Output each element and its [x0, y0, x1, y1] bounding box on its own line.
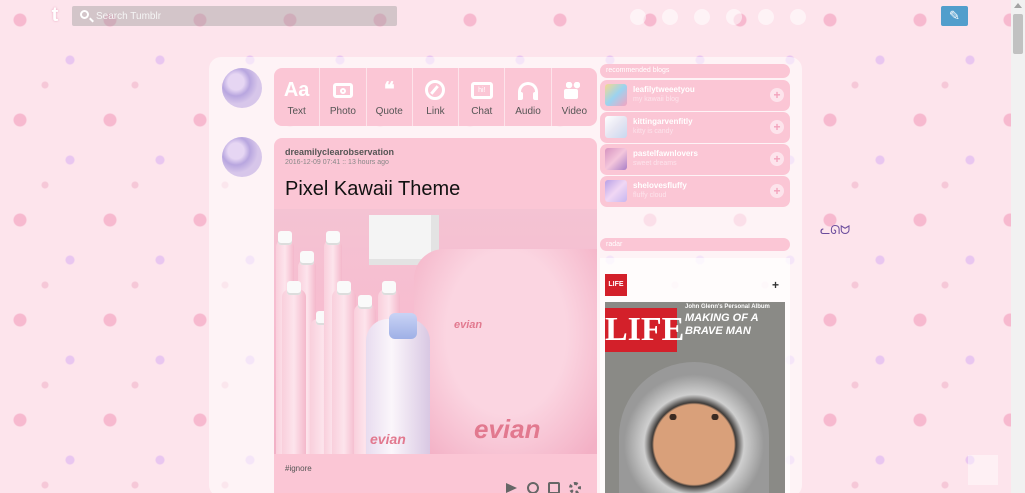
post-photo[interactable]: evian evian evian — [274, 209, 597, 454]
follow-button[interactable]: + — [770, 120, 784, 134]
photo-bottle-cap — [300, 251, 314, 265]
home-icon[interactable] — [630, 9, 646, 25]
post-type-label: Audio — [515, 105, 541, 117]
search-input[interactable] — [96, 6, 386, 26]
tumblr-logo[interactable]: t — [44, 4, 66, 26]
explore-icon[interactable] — [662, 9, 678, 25]
follow-button[interactable]: + — [770, 184, 784, 198]
back-to-top-button[interactable] — [968, 455, 998, 485]
post-type-photo[interactable]: Photo — [320, 68, 367, 126]
photo-evian-label-small: evian — [454, 319, 483, 331]
blog-subtitle: my kawaii blog — [633, 96, 679, 103]
inbox-icon[interactable] — [694, 9, 710, 25]
post-author-avatar[interactable] — [222, 137, 262, 177]
blog-subtitle: kitty is candy — [633, 128, 674, 135]
recommended-blog-item[interactable]: leafilytweeetyou my kawaii blog + — [600, 80, 790, 111]
cover-astronaut-eyes — [665, 414, 725, 420]
user-avatar[interactable] — [222, 68, 262, 108]
radar-blog-avatar[interactable]: LIFE — [605, 274, 627, 296]
photo-bottle-cap — [278, 231, 292, 245]
reply-icon[interactable] — [527, 482, 539, 493]
headphones-icon — [518, 81, 539, 100]
follow-button[interactable]: + — [770, 88, 784, 102]
camera-icon — [332, 82, 353, 98]
post-tag[interactable]: #ignore — [285, 464, 312, 473]
cat-sprite-icon: ᓚᘏᗢ — [820, 223, 851, 237]
photo-bottle-cap — [358, 295, 372, 309]
post-timestamp: 2016-12-09 07:41 :: 13 hours ago — [285, 159, 389, 166]
settings-icon[interactable] — [569, 482, 581, 493]
recommended-blog-item[interactable]: shelovesfluffy fluffy cloud + — [600, 176, 790, 207]
post-type-link[interactable]: Link — [413, 68, 460, 126]
blog-subtitle: fluffy cloud — [633, 192, 667, 199]
blog-avatar[interactable] — [605, 180, 627, 202]
activity-icon[interactable] — [758, 9, 774, 25]
quote-icon: ❝ — [383, 78, 395, 101]
photo-evian-label-bottle: evian — [370, 431, 406, 447]
post-type-audio[interactable]: Audio — [505, 68, 552, 126]
radar-post: LIFE + LIFE John Glenn's Personal Album … — [600, 258, 790, 493]
post-type-label: Link — [426, 105, 445, 117]
cover-headline: MAKING OF A BRAVE MAN — [685, 312, 759, 337]
search-icon — [80, 10, 89, 19]
post-type-label: Chat — [471, 105, 493, 117]
photo-bottle-cap — [287, 281, 301, 295]
photo-bottle-cap — [326, 231, 340, 245]
post-type-quote[interactable]: ❝ Quote — [367, 68, 413, 126]
photo-bottle — [332, 289, 356, 454]
photo-evian-label: evian — [474, 414, 541, 444]
radar-header: radar — [600, 238, 790, 251]
post-card: dreamilyclearobservation 2016-12-09 07:4… — [274, 138, 597, 493]
share-icon[interactable] — [506, 482, 518, 493]
blog-avatar[interactable] — [605, 84, 627, 106]
photo-bottle — [282, 289, 306, 454]
blog-subtitle: sweet dreams — [633, 160, 677, 167]
blog-name[interactable]: shelovesfluffy — [633, 181, 687, 190]
follow-button[interactable]: + — [770, 152, 784, 166]
account-icon[interactable] — [790, 9, 806, 25]
search-box[interactable] — [72, 6, 397, 26]
post-title: Pixel Kawaii Theme — [285, 178, 461, 200]
radar-photo[interactable]: LIFE John Glenn's Personal Album MAKING … — [605, 302, 785, 493]
cover-astronaut-helmet — [619, 362, 769, 493]
messages-icon[interactable] — [726, 9, 742, 25]
post-type-chat[interactable]: hi! Chat — [459, 68, 506, 126]
text-icon: Aa — [283, 78, 310, 101]
scrollbar-thumb[interactable] — [1013, 14, 1023, 54]
scrollbar[interactable] — [1011, 0, 1025, 493]
photo-bottle-cap — [382, 281, 396, 295]
blog-name[interactable]: leafilytweeetyou — [633, 85, 695, 94]
pencil-icon: ✎ — [949, 8, 960, 23]
post-author-name[interactable]: dreamilyclearobservation — [285, 147, 394, 157]
photo-bottle-cap — [337, 281, 351, 295]
top-bar: t ✎ — [0, 0, 1025, 32]
post-actions — [506, 482, 581, 493]
cover-kicker: John Glenn's Personal Album — [685, 304, 770, 310]
post-type-bar: Aa Text Photo ❝ Quote Link hi! Chat Audi… — [274, 68, 597, 126]
post-type-label: Photo — [329, 105, 356, 117]
post-type-text[interactable]: Aa Text — [274, 68, 321, 126]
nav-icons — [630, 9, 806, 25]
post-type-label: Quote — [375, 105, 403, 117]
link-icon — [425, 79, 446, 100]
cover-masthead: LIFE — [605, 308, 684, 352]
recommended-blog-item[interactable]: kittingarvenfitly kitty is candy + — [600, 112, 790, 143]
radar-follow-button[interactable]: + — [772, 278, 779, 292]
recommended-blog-item[interactable]: pastelfawnlovers sweet dreams + — [600, 144, 790, 175]
post-type-label: Text — [287, 105, 306, 117]
chat-icon: hi! — [470, 81, 493, 99]
compose-button[interactable]: ✎ — [941, 6, 968, 26]
video-camera-icon — [564, 81, 584, 100]
blog-name[interactable]: pastelfawnlovers — [633, 149, 698, 158]
blog-avatar[interactable] — [605, 116, 627, 138]
post-type-label: Video — [561, 105, 588, 117]
recommended-header: recommended blogs — [600, 64, 790, 78]
post-type-video[interactable]: Video — [552, 68, 597, 126]
scroll-up-arrow-icon[interactable] — [1014, 3, 1022, 8]
blog-name[interactable]: kittingarvenfitly — [633, 117, 693, 126]
photo-clear-bottle-cap — [389, 313, 417, 339]
reblog-icon[interactable] — [548, 482, 560, 493]
blog-avatar[interactable] — [605, 148, 627, 170]
